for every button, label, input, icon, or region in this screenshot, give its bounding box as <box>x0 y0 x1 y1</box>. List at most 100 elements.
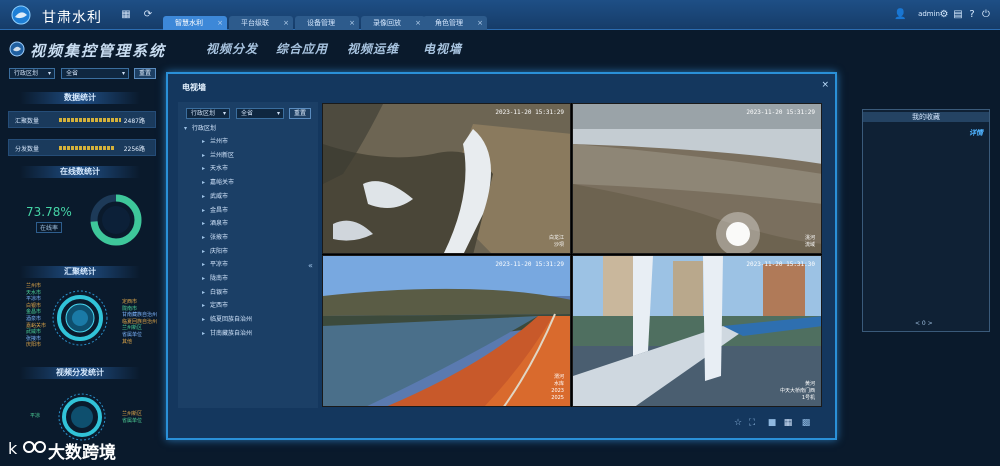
camera-location: 渭河 水库 2023 2025 <box>551 374 564 401</box>
document-icon[interactable]: ▤ <box>952 9 964 21</box>
layout-single-icon[interactable]: ■ <box>767 418 777 428</box>
system-title: 视频集控管理系统 <box>30 42 167 60</box>
tree-item-label: 兰州新区 <box>210 151 235 159</box>
collapse-icon[interactable]: « <box>308 261 313 270</box>
logo-icon <box>11 5 31 25</box>
converge-ring-chart <box>52 290 108 346</box>
nav-tv-wall[interactable]: 电视墙 <box>423 40 462 57</box>
tab-recording-playback[interactable]: 录像回放 × <box>361 16 425 30</box>
tab-label: 角色管理 <box>435 19 463 27</box>
fullscreen-icon[interactable]: ⛶ <box>747 418 757 428</box>
star-icon[interactable]: ☆ <box>733 418 743 428</box>
tree-item[interactable]: ▸ 天水市 <box>202 163 228 172</box>
tree-item[interactable]: ▸ 兰州新区 <box>202 150 234 159</box>
camera-feed-1 <box>323 104 570 253</box>
tree-item-label: 白银市 <box>210 288 229 296</box>
tree-item-label: 临夏回族自治州 <box>210 316 253 324</box>
converge-stats-title: 汇聚统计 <box>20 266 140 278</box>
region-select[interactable]: 行政区划 ▾ <box>9 68 55 79</box>
distribute-bar <box>59 146 115 150</box>
help-icon[interactable]: ? <box>966 9 978 21</box>
tree-item[interactable]: ▸ 平凉市 <box>202 259 228 268</box>
tree-item[interactable]: ▸ 定西市 <box>202 300 228 309</box>
tree-item[interactable]: ▸ 酒泉市 <box>202 218 228 227</box>
tab-smart-water[interactable]: 智慧水利 × <box>163 16 227 30</box>
refresh-icon[interactable]: ⟳ <box>143 10 153 20</box>
tree-item[interactable]: ▸ 庆阳市 <box>202 246 228 255</box>
nav-video-distribution[interactable]: 视频分发 <box>206 40 258 57</box>
close-icon[interactable]: × <box>349 16 355 30</box>
user-name[interactable]: admin <box>918 10 940 18</box>
tree-item[interactable]: ▸ 临夏回族自治州 <box>202 314 252 323</box>
power-icon[interactable]: ⏻ <box>980 9 992 21</box>
favorites-details-link[interactable]: 详情 <box>969 128 983 138</box>
grid-icon[interactable]: ▦ <box>121 10 131 20</box>
layout-nine-icon[interactable]: ▩ <box>801 418 811 428</box>
tree-item[interactable]: ▸ 张掖市 <box>202 232 228 241</box>
camera-timestamp: 2023-11-20 15:31:29 <box>495 109 564 116</box>
tree-item[interactable]: ▸ 陇南市 <box>202 273 228 282</box>
user-icon[interactable]: 👤 <box>894 9 906 21</box>
close-icon[interactable]: × <box>477 16 483 30</box>
svg-text:k: k <box>8 439 18 458</box>
camera-tile-4[interactable]: 2023-11-20 15:31:30 黄河 中天大桥南门西 1号机 <box>572 255 822 407</box>
province-select[interactable]: 全省 ▾ <box>61 68 129 79</box>
tab-label: 设备管理 <box>307 19 335 27</box>
tree-item-label: 武威市 <box>210 192 229 200</box>
tree-item[interactable]: ▸ 白银市 <box>202 287 228 296</box>
camera-timestamp: 2023-11-20 15:31:30 <box>746 261 815 268</box>
distribute-value: 2256路 <box>123 146 145 153</box>
chevron-right-icon: ▸ <box>202 179 206 187</box>
tree-item[interactable]: ▸ 甘南藏族自治州 <box>202 328 252 337</box>
system-logo-icon <box>9 41 25 57</box>
online-percentage: 73.78% <box>26 205 72 219</box>
tree-root[interactable]: ▾ 行政区划 <box>184 123 216 132</box>
tree-item[interactable]: ▸ 兰州市 <box>202 136 228 145</box>
reset-button[interactable]: 重置 <box>134 68 156 79</box>
tab-label: 录像回放 <box>373 19 401 27</box>
tab-device-management[interactable]: 设备管理 × <box>295 16 359 30</box>
chevron-right-icon: ▸ <box>202 261 206 269</box>
legend-item: 其他 <box>122 338 133 345</box>
tree-reset-button[interactable]: 重置 <box>289 108 311 119</box>
camera-location: 白龙江 沙坝 <box>548 235 564 248</box>
chevron-right-icon: ▸ <box>202 316 206 324</box>
app-title: 甘肃水利 <box>42 10 102 26</box>
tree-region-select[interactable]: 行政区划 ▾ <box>186 108 230 119</box>
user-area: 👤 admin ⚙ ▤ ? ⏻ <box>890 9 990 21</box>
nav-integrated-application[interactable]: 综合应用 <box>276 40 328 57</box>
tree-item[interactable]: ▸ 嘉峪关市 <box>202 177 234 186</box>
chevron-right-icon: ▸ <box>202 151 206 159</box>
tab-platform-cascade[interactable]: 平台级联 × <box>229 16 293 30</box>
nav-video-operations[interactable]: 视频运维 <box>347 40 399 57</box>
close-icon[interactable]: × <box>283 16 289 30</box>
camera-tile-1[interactable]: 2023-11-20 15:31:29 白龙江 沙坝 <box>322 103 571 254</box>
chevron-down-icon: ▾ <box>184 125 188 132</box>
camera-tile-3[interactable]: 2023-11-20 15:31:29 渭河 水库 2023 2025 <box>322 255 571 407</box>
close-icon[interactable]: × <box>821 80 829 90</box>
tree-item[interactable]: ▸ 金昌市 <box>202 205 228 214</box>
chevron-right-icon: ▸ <box>202 165 206 173</box>
online-rate-label: 在线率 <box>36 222 63 233</box>
tree-province-select[interactable]: 全省 ▾ <box>236 108 284 119</box>
tree-item[interactable]: ▸ 武威市 <box>202 191 228 200</box>
camera-tile-2[interactable]: 2023-11-20 15:31:29 洮河 流域 <box>572 103 822 254</box>
distribute-ring-chart <box>58 393 106 441</box>
close-icon[interactable]: × <box>217 16 223 30</box>
legend-item: 平凉 <box>30 413 41 419</box>
gear-icon[interactable]: ⚙ <box>938 9 950 21</box>
camera-timestamp: 2023-11-20 15:31:29 <box>495 261 564 268</box>
distribute-stats-title: 视频分发统计 <box>20 367 140 379</box>
chevron-down-icon: ▾ <box>276 110 280 117</box>
favorites-pager[interactable]: < 0 > <box>915 320 933 327</box>
close-icon[interactable]: × <box>415 16 421 30</box>
tree-item-label: 陇南市 <box>210 275 229 282</box>
chevron-right-icon: ▸ <box>202 329 206 337</box>
watermark-text: 大数跨境 <box>48 443 116 463</box>
tree-root-label: 行政区划 <box>192 125 217 132</box>
camera-location: 黄河 中天大桥南门西 1号机 <box>779 381 815 401</box>
video-grid: 2023-11-20 15:31:29 白龙江 沙坝 2023-11-20 15… <box>322 103 822 407</box>
tree-item-label: 庆阳市 <box>210 247 229 255</box>
layout-quad-icon[interactable]: ▦ <box>783 418 793 428</box>
tab-role-management[interactable]: 角色管理 × <box>423 16 487 30</box>
